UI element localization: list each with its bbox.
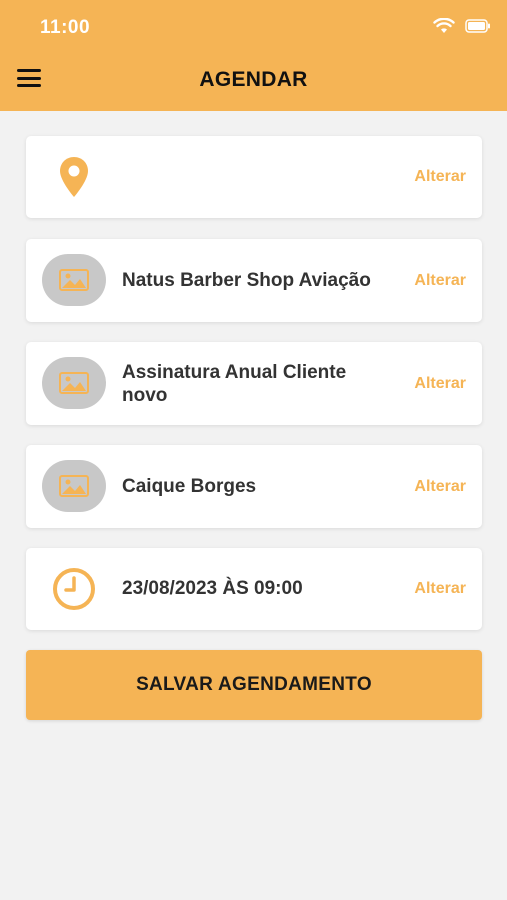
shop-card[interactable]: Natus Barber Shop Aviação Alterar	[26, 239, 482, 322]
status-time: 11:00	[40, 17, 91, 38]
service-card[interactable]: Assinatura Anual Cliente novo Alterar	[26, 342, 482, 425]
wifi-icon	[433, 18, 455, 33]
image-placeholder-icon	[59, 372, 89, 394]
page-title: AGENDAR	[199, 68, 308, 91]
clock-icon-wrap	[42, 563, 106, 615]
location-icon-wrap	[42, 151, 106, 203]
shop-avatar	[42, 254, 106, 306]
datetime-card[interactable]: 23/08/2023 ÀS 09:00 Alterar	[26, 548, 482, 630]
professional-name: Caique Borges	[122, 476, 257, 497]
app-header: 11:00 AGENDAR	[0, 0, 507, 111]
status-icons	[433, 18, 491, 34]
change-datetime-link[interactable]: Alterar	[414, 580, 466, 598]
location-card[interactable]: Alterar	[26, 136, 482, 218]
clock-icon	[53, 568, 95, 610]
shop-name: Natus Barber Shop Aviação	[122, 270, 371, 291]
professional-card[interactable]: Caique Borges Alterar	[26, 445, 482, 528]
service-name: Assinatura Anual Cliente novo	[122, 362, 347, 406]
location-pin-icon	[60, 157, 88, 197]
save-appointment-button[interactable]: SALVAR AGENDAMENTO	[26, 650, 482, 720]
datetime-text: 23/08/2023 ÀS 09:00	[122, 578, 303, 599]
battery-icon	[465, 19, 490, 33]
image-placeholder-icon	[59, 269, 89, 291]
change-professional-link[interactable]: Alterar	[414, 478, 466, 496]
service-avatar	[42, 357, 106, 409]
professional-avatar	[42, 460, 106, 512]
change-location-link[interactable]: Alterar	[414, 168, 466, 186]
change-service-link[interactable]: Alterar	[414, 375, 466, 393]
image-placeholder-icon	[59, 475, 89, 497]
change-shop-link[interactable]: Alterar	[414, 272, 466, 290]
